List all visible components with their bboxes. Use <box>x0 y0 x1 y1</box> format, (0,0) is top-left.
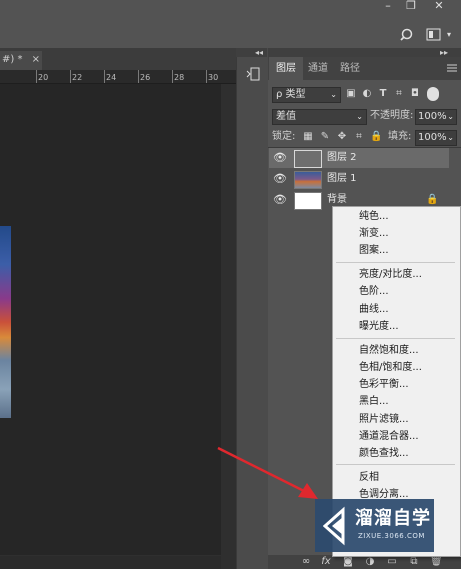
layer-thumbnail <box>294 150 322 168</box>
pixel-filter-icon[interactable]: ▣ <box>345 88 357 100</box>
search-icon[interactable] <box>400 27 416 43</box>
ruler-tick: 30 <box>208 73 219 82</box>
menu-item-solid-color[interactable]: 纯色... <box>359 210 389 223</box>
horizontal-scrollbar[interactable] <box>0 556 221 569</box>
new-layer-icon[interactable]: ⧉ <box>408 556 420 568</box>
fill-label: 填充: <box>388 131 412 142</box>
menu-item-exposure[interactable]: 曝光度... <box>359 320 399 333</box>
panel-collapse-bar[interactable] <box>268 48 461 57</box>
fx-icon[interactable]: fx <box>320 556 332 568</box>
history-icon[interactable] <box>245 67 261 81</box>
ruler-tick: 24 <box>106 73 117 82</box>
layer-name[interactable]: 图层 2 <box>327 151 357 165</box>
red-arrow-annotation <box>217 446 318 499</box>
type-filter-icon[interactable]: T <box>377 88 389 100</box>
options-bar <box>0 20 461 49</box>
trash-icon[interactable]: 🗑 <box>430 556 443 568</box>
artboard-icon[interactable]: ⌗ <box>353 131 365 143</box>
ruler-tick: 26 <box>140 73 151 82</box>
menu-separator <box>336 262 455 263</box>
opacity-input[interactable]: 100% ⌄ <box>415 109 457 125</box>
lock-transparency-icon[interactable]: ▦ <box>302 131 314 143</box>
folder-icon[interactable]: ▭ <box>386 556 398 568</box>
panel-menu-icon[interactable] <box>446 62 458 74</box>
restore-icon[interactable]: ❐ <box>404 0 418 12</box>
adjustment-icon[interactable]: ◑ <box>364 556 376 568</box>
visibility-eye-icon[interactable]: 👁 <box>273 152 287 164</box>
menu-item-invert[interactable]: 反相 <box>359 471 379 484</box>
collapse-arrows-icon[interactable]: ◂◂ <box>255 48 263 57</box>
move-icon[interactable]: ✥ <box>336 131 348 143</box>
watermark-title: 溜溜自学 <box>355 508 431 529</box>
fill-input[interactable]: 100% ⌄ <box>415 130 457 146</box>
document-canvas[interactable] <box>0 84 221 555</box>
menu-item-curves[interactable]: 曲线... <box>359 303 389 316</box>
document-tab-label: #) * <box>2 54 23 65</box>
lock-icon[interactable]: 🔒 <box>370 131 382 143</box>
ruler-tick: 20 <box>38 73 49 82</box>
document-tab[interactable]: #) * × <box>0 51 42 70</box>
watermark-url: ZIXUE.3066.COM <box>358 532 425 540</box>
close-window-icon[interactable]: ✕ <box>432 0 446 12</box>
visibility-eye-icon[interactable]: 👁 <box>273 173 287 185</box>
visibility-eye-icon[interactable]: 👁 <box>273 194 287 206</box>
menu-item-black-white[interactable]: 黑白... <box>359 395 389 408</box>
fill-value: 100% <box>418 132 447 143</box>
menu-item-channel-mixer[interactable]: 通道混合器... <box>359 430 419 443</box>
workspace-icon[interactable] <box>426 28 442 42</box>
menu-item-levels[interactable]: 色阶... <box>359 285 389 298</box>
lock-icon: 🔒 <box>426 194 439 205</box>
layer-name[interactable]: 背景 <box>327 193 347 207</box>
layer-thumbnail <box>294 171 322 189</box>
menu-item-gradient[interactable]: 渐变... <box>359 227 389 240</box>
opacity-value: 100% <box>418 111 447 122</box>
chevron-down-icon[interactable]: ▾ <box>447 30 455 40</box>
adjustment-filter-icon[interactable]: ◐ <box>361 88 373 100</box>
menu-item-vibrance[interactable]: 自然饱和度... <box>359 344 419 357</box>
smart-object-filter-icon[interactable]: ◘ <box>409 88 421 100</box>
chevron-down-icon: ⌄ <box>447 133 454 142</box>
mask-icon[interactable]: ◙ <box>342 556 354 568</box>
brush-icon[interactable]: ✎ <box>319 131 331 143</box>
menu-item-color-balance[interactable]: 色彩平衡... <box>359 378 409 391</box>
layer-name[interactable]: 图层 1 <box>327 172 357 186</box>
collapse-arrows-icon[interactable]: ▸▸ <box>440 48 448 57</box>
tab-channels[interactable]: 通道 <box>305 57 331 80</box>
lock-label: 锁定: <box>272 131 296 142</box>
ruler-tick: 22 <box>72 73 83 82</box>
filter-kind-label: ρ 类型 <box>276 89 306 100</box>
menu-item-pattern[interactable]: 图案... <box>359 244 389 257</box>
menu-separator <box>336 338 455 339</box>
chevron-down-icon: ⌄ <box>356 112 363 121</box>
chevron-down-icon: ⌄ <box>447 112 454 121</box>
menu-item-color-lookup[interactable]: 颜色查找... <box>359 447 409 460</box>
tab-paths[interactable]: 路径 <box>337 57 363 80</box>
menu-item-hue-saturation[interactable]: 色相/饱和度... <box>359 361 422 374</box>
tab-layers[interactable]: 图层 <box>269 57 303 80</box>
link-icon[interactable]: ∞ <box>300 556 312 568</box>
menu-separator <box>336 464 455 465</box>
shape-filter-icon[interactable]: ⌗ <box>393 88 405 100</box>
horizontal-ruler: 20 22 24 26 28 30 <box>0 70 236 84</box>
opacity-label: 不透明度: <box>370 110 414 121</box>
minimize-icon[interactable]: – <box>381 0 395 12</box>
close-tab-icon[interactable]: × <box>32 54 40 65</box>
filter-toggle-icon[interactable] <box>427 87 439 101</box>
blend-mode-select[interactable]: 差值 ⌄ <box>272 109 367 125</box>
ruler-tick: 28 <box>174 73 185 82</box>
menu-item-brightness-contrast[interactable]: 亮度/对比度... <box>359 268 422 281</box>
menu-item-photo-filter[interactable]: 照片滤镜... <box>359 413 409 426</box>
chevron-down-icon: ⌄ <box>330 90 337 99</box>
photo-image <box>0 226 11 418</box>
layer-thumbnail <box>294 192 322 210</box>
layer-kind-filter[interactable]: ρ 类型 ⌄ <box>272 87 341 103</box>
blend-mode-value: 差值 <box>276 111 296 122</box>
